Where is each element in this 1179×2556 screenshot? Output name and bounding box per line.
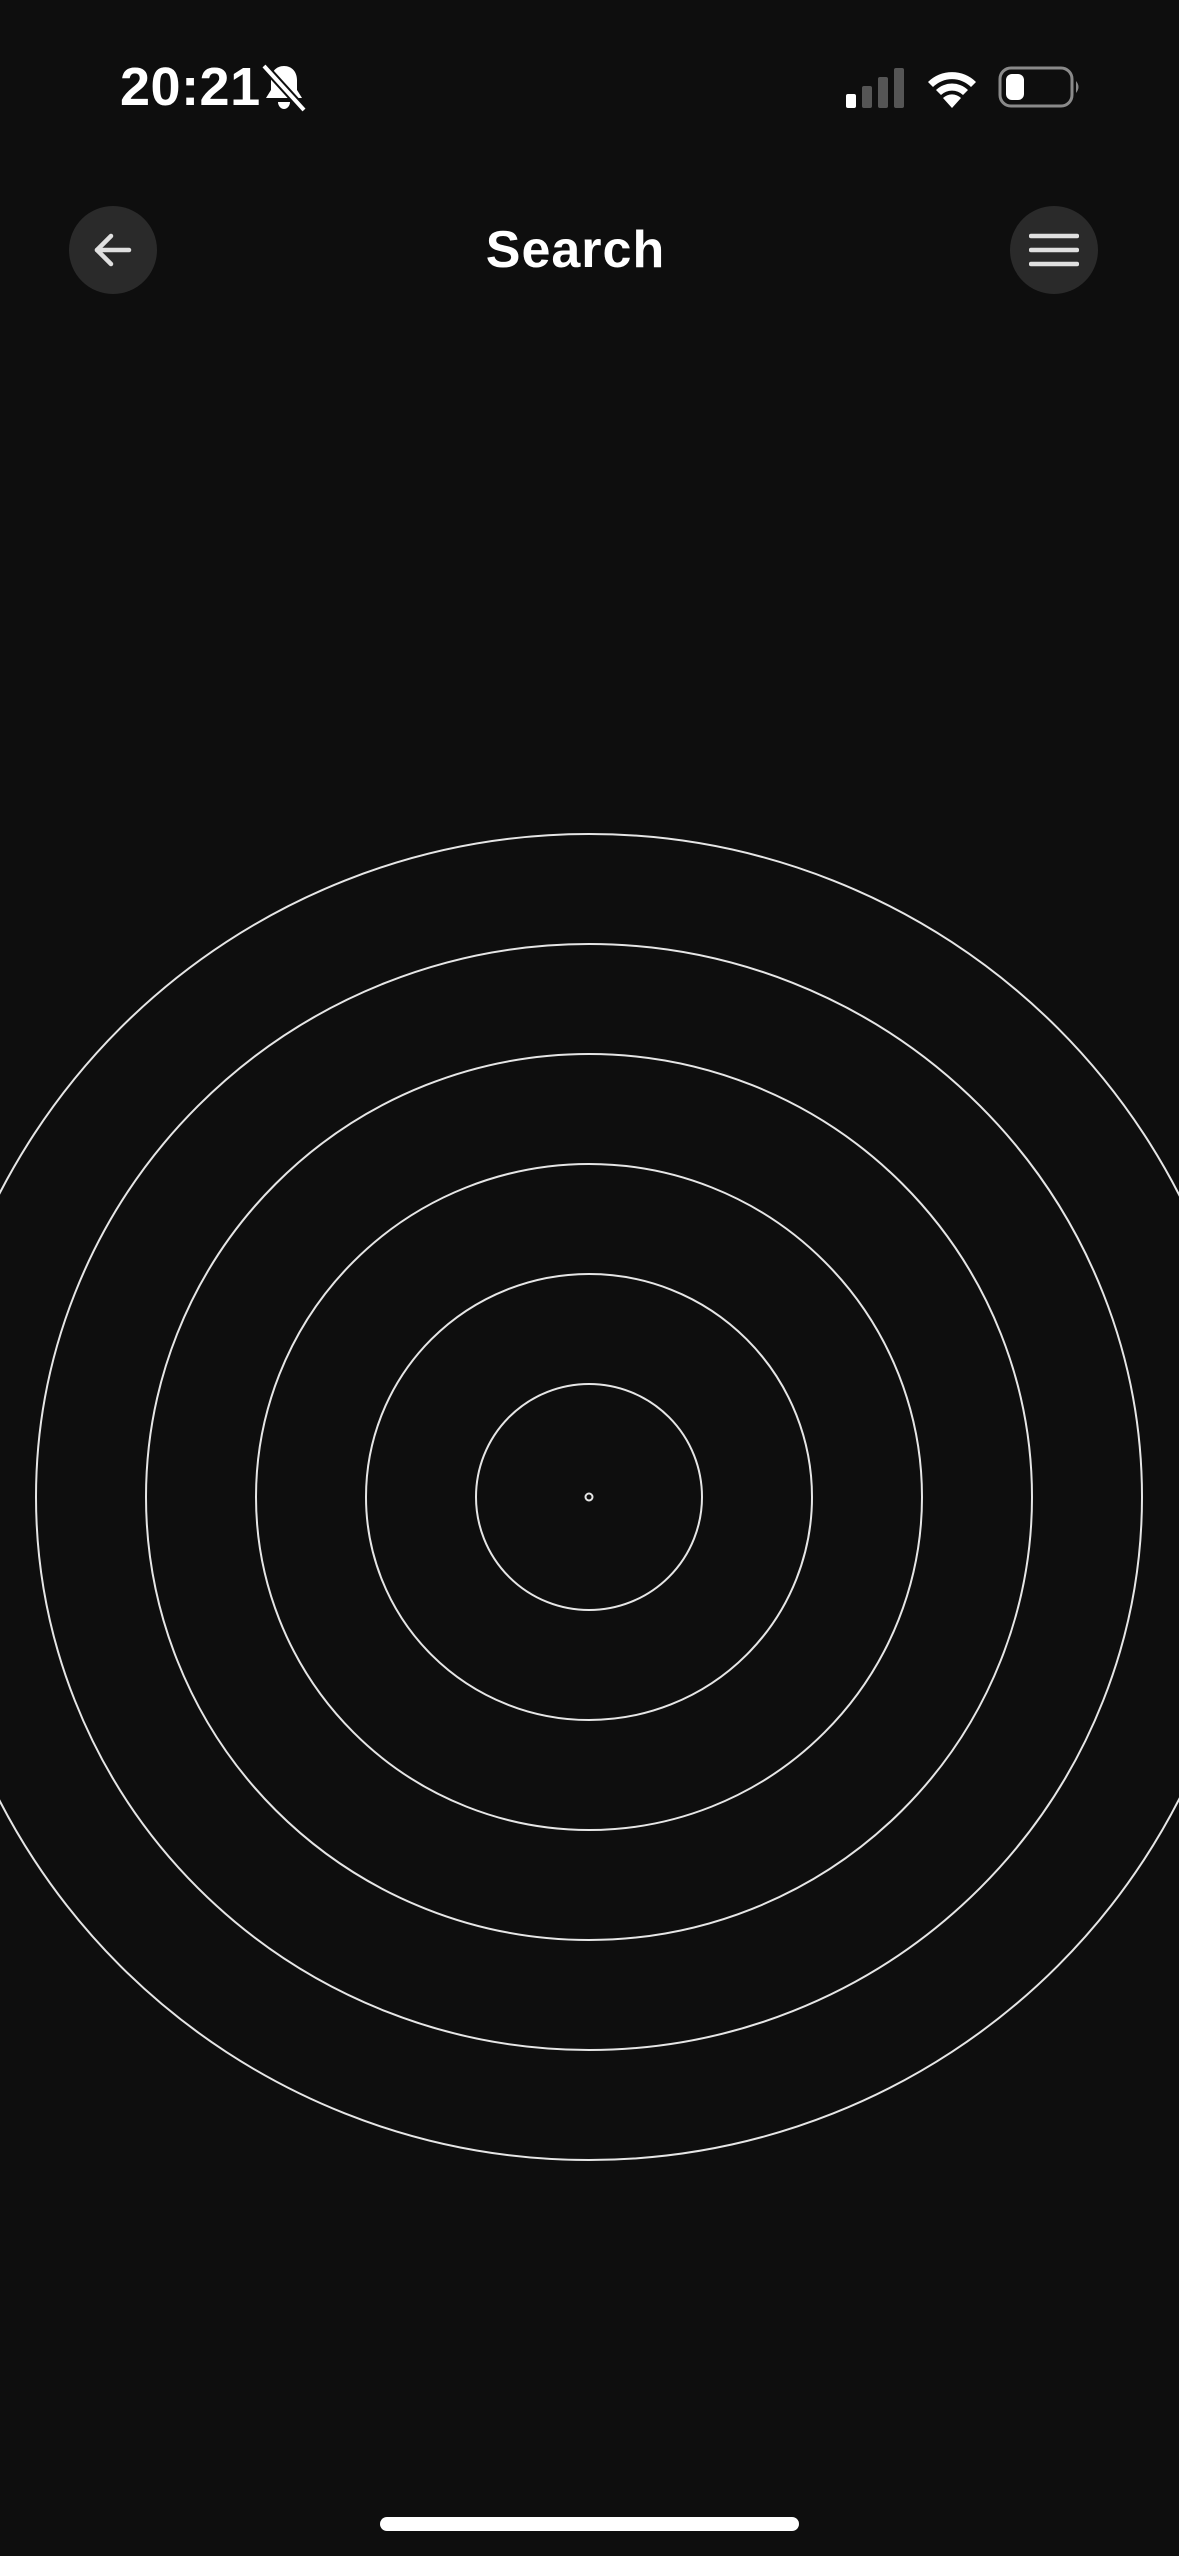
page-title: Search [485, 221, 666, 279]
status-time: 20:21 [120, 57, 261, 117]
radar-ring [475, 1383, 703, 1611]
radar-view [0, 833, 1179, 2161]
radar-rings [0, 833, 1179, 2161]
radar-ring [365, 1273, 813, 1721]
radar-ring [0, 833, 1179, 2161]
hamburger-menu-icon [1029, 233, 1079, 267]
bell-slash-icon [261, 63, 307, 113]
home-indicator [380, 2517, 799, 2531]
wifi-icon [928, 72, 976, 108]
radar-ring [255, 1163, 923, 1831]
cellular-signal-icon [846, 68, 904, 108]
menu-button[interactable] [1010, 206, 1098, 294]
radar-center-dot [584, 1492, 594, 1502]
radar-ring [35, 943, 1143, 2051]
status-bar: 20:21 [0, 0, 1179, 180]
battery-icon [998, 66, 1079, 108]
radar-ring [145, 1053, 1033, 1941]
